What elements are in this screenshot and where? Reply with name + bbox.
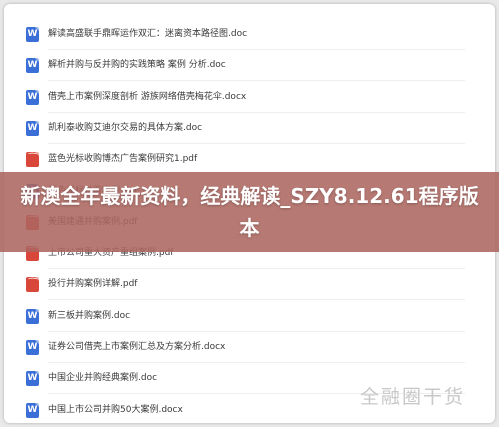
file-name: 中国企业并购经典案例.doc [48,373,158,384]
row-divider [48,49,465,50]
word-file-icon: W [26,58,39,74]
file-name: 蓝色光标收购博杰广告案例研究1.pdf [48,154,198,165]
row-divider [48,111,465,113]
word-file-icon: W [26,27,39,42]
file-list-item[interactable]: W 解析并购与反并购的实践策略 案例 分析.doc [4,58,495,90]
row-divider [48,142,465,144]
file-name: 凯利泰收购艾迪尔交易的具体方案.doc [48,122,203,133]
file-name: 借壳上市案例深度剖析 游族网络借壳梅花伞.docx [48,91,247,102]
file-list-item[interactable]: W 证券公司借壳上市案例汇总及方案分析.docx [4,340,495,372]
file-list-item[interactable]: W 新三板并购案例.doc [4,308,495,341]
file-list-item[interactable]: W 借壳上市案例深度剖析 游族网络借壳梅花伞.docx [4,89,495,122]
file-name: 证券公司借壳上市案例汇总及方案分析.docx [48,342,226,352]
file-list-item[interactable]: W 凯利泰收购艾迪尔交易的具体方案.doc [4,120,495,153]
word-file-icon: W [26,402,39,418]
file-name: 新三板并购案例.doc [48,310,131,321]
title-banner: 新澳全年最新资料，经典解读_SZY8.12.61程序版本 [0,172,499,252]
file-list-item[interactable]: ⁀ 投行并购案例详解.pdf [4,277,495,309]
pdf-file-icon: ⁀ [26,152,39,168]
word-file-icon: W [26,340,39,355]
word-file-icon: W [26,89,39,105]
row-divider [48,362,465,363]
row-divider [48,330,465,332]
file-name: 中国上市公司并购50大案例.docx [48,404,183,415]
page-title: 新澳全年最新资料，经典解读_SZY8.12.61程序版本 [20,184,479,240]
word-file-icon: W [26,371,39,387]
row-divider [48,268,465,270]
file-name: 解读高盛联手鼎晖运作双汇：迷离资本路径图.doc [48,29,248,39]
file-name: 解析并购与反并购的实践策略 案例 分析.doc [48,60,226,71]
row-divider [48,80,465,82]
pdf-file-icon: ⁀ [26,277,39,293]
word-file-icon: W [26,120,39,136]
watermark-text: 全融圈干货 [359,386,465,408]
row-divider [48,299,465,301]
file-list-item[interactable]: W 解读高盛联手鼎晖运作双汇：迷离资本路径图.doc [4,27,495,59]
file-name: 投行并购案例详解.pdf [48,279,138,290]
word-file-icon: W [26,308,39,324]
